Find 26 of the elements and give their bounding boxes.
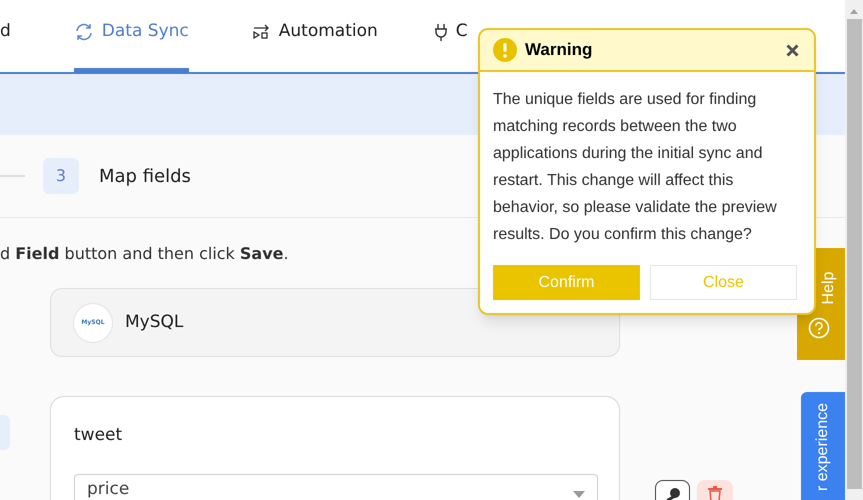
nav-tab[interactable]: Automation (252, 0, 378, 72)
source-name: MySQL (125, 310, 184, 334)
plug-icon (434, 23, 448, 41)
dialog-message: The unique fields are used for finding matching records between the two applications during the initial sync and restart. This change will affect this behavior, so please validate the preview results. Do you confirm this change? (492, 90, 778, 245)
step-number: 3 (43, 158, 79, 194)
dropdown-caret-icon (573, 491, 585, 498)
tab-label: r experience (814, 402, 832, 492)
feedback-tab[interactable]: r experience (801, 392, 845, 500)
table-name: tweet (74, 424, 122, 447)
automation-icon (252, 24, 271, 40)
scroll-up-icon[interactable] (850, 9, 858, 14)
instruction-text: d Field button and then click Save. (0, 244, 289, 263)
tab-label: Help (820, 272, 838, 304)
trash-icon (708, 486, 722, 500)
help-icon (808, 317, 830, 339)
close-icon[interactable] (786, 44, 799, 56)
nav-tab[interactable]: C (434, 0, 468, 72)
dialog-title: Warning (525, 39, 592, 62)
step-label: Map fields (99, 164, 191, 188)
nav-tab[interactable]: d (0, 0, 11, 72)
key-icon (664, 487, 680, 500)
scrollbar[interactable] (845, 0, 863, 500)
warning-icon (493, 38, 517, 62)
scrollbar-thumb[interactable] (846, 19, 862, 489)
sync-icon (74, 22, 94, 42)
field-select[interactable]: price (74, 474, 598, 500)
